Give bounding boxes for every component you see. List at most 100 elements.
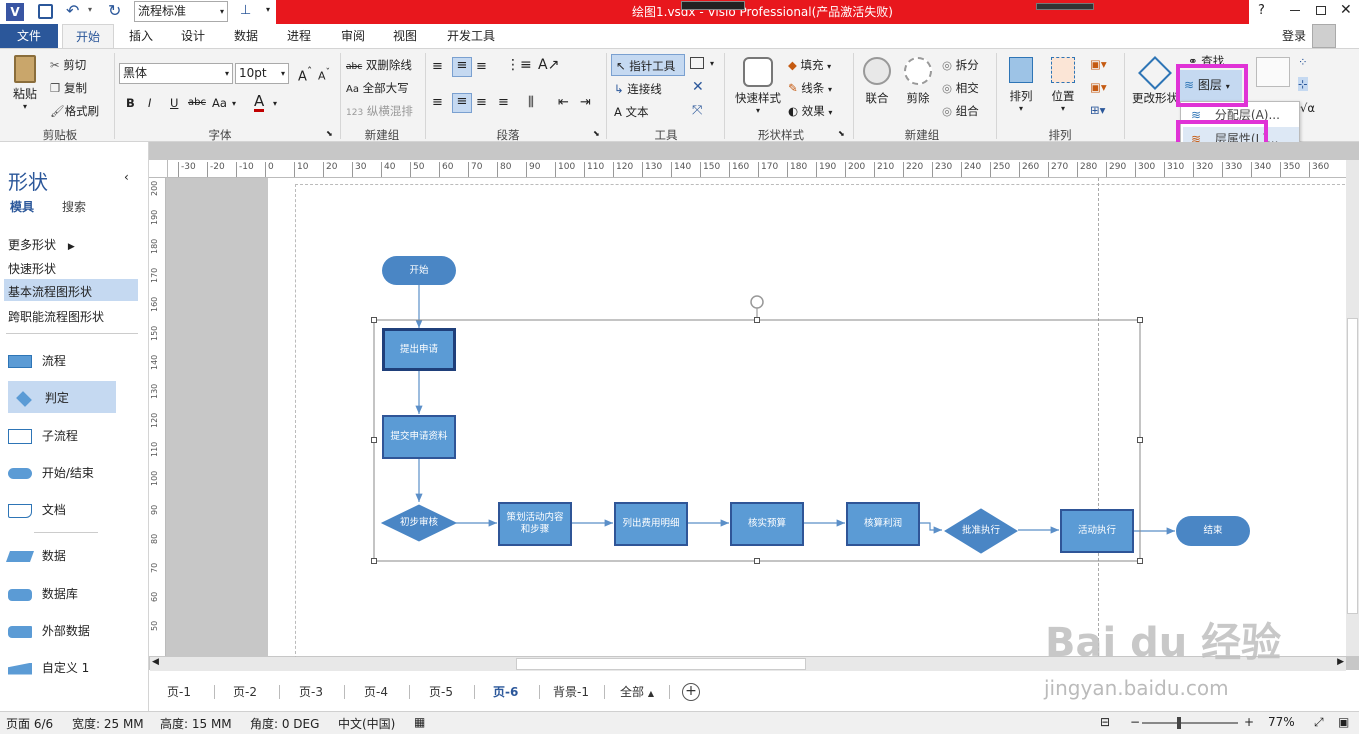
cut-button[interactable]: ✂ 剪切 (50, 57, 86, 73)
align-shapes-icon[interactable]: ▣▾ (1090, 57, 1107, 71)
fit-page-icon[interactable]: ⤢ (1314, 715, 1324, 730)
decrease-indent-button[interactable]: ⇤ (558, 95, 569, 110)
grow-font-icon[interactable]: Aˆ (298, 65, 312, 84)
undo-dropdown-icon[interactable]: ▾ (88, 5, 92, 14)
shape-data[interactable]: 数据 (5, 547, 66, 564)
split-button[interactable]: ◎ 拆分 (942, 57, 979, 73)
close-x-icon[interactable]: ✕ (692, 79, 704, 95)
paragraph-dialog-launcher-icon[interactable]: ⬊ (593, 129, 600, 138)
change-shape-button[interactable]: 更改形状 (1130, 56, 1180, 106)
help-icon[interactable]: ? (1258, 3, 1265, 18)
combine-button[interactable]: ◎ 组合 (942, 103, 979, 119)
change-case-dropdown-icon[interactable]: ▾ (232, 99, 236, 108)
vertical-scroll-thumb[interactable] (1347, 318, 1358, 614)
page-tab-1[interactable]: 页-1 (167, 680, 191, 704)
change-case-button[interactable]: Aa (212, 96, 227, 110)
font-color-button[interactable]: A (254, 93, 265, 112)
shape-document[interactable]: 文档 (8, 501, 66, 518)
shape-start-end[interactable]: 开始/结束 (8, 464, 94, 481)
all-caps-button[interactable]: Aa 全部大写 (346, 80, 409, 96)
quick-styles-button[interactable]: 快速样式 ▾ (732, 57, 784, 115)
search-tab[interactable]: 搜索 (62, 198, 86, 215)
selection-handle[interactable] (1137, 558, 1143, 564)
page-tab-6[interactable]: 页-6 (493, 680, 518, 704)
tab-data[interactable]: 数据 (223, 24, 269, 48)
align-right-button[interactable]: ≡ (476, 95, 487, 110)
flow-approve[interactable]: 批准执行 (945, 511, 1017, 551)
increase-indent-button[interactable]: ⇥ (580, 95, 591, 110)
shape-process[interactable]: 流程 (8, 352, 66, 369)
flow-verify-budget[interactable]: 核实预算 (730, 502, 804, 546)
visio-logo-icon[interactable]: V (6, 3, 24, 21)
zoom-slider[interactable] (1142, 717, 1238, 729)
flow-start[interactable]: 开始 (382, 256, 456, 285)
drawing-page[interactable]: 开始 提出申请 提交申请资料 初步审核 策划活动内容和步骤 列出费用明细 核实预… (268, 178, 1355, 664)
selection-handle[interactable] (1137, 317, 1143, 323)
vertical-scrollbar[interactable] (1346, 160, 1359, 656)
cross-functional-stencil[interactable]: 跨职能流程图形状 (8, 308, 104, 325)
align-middle-button[interactable]: ≡ (452, 57, 472, 77)
intersect-button[interactable]: ◎ 相交 (942, 80, 979, 96)
selection-handle[interactable] (754, 317, 760, 323)
effect-button[interactable]: ◐ 效果 ▾ (788, 103, 832, 119)
format-painter-button[interactable]: 🖌格式刷 (50, 103, 99, 119)
flow-submit-application[interactable]: 提出申请 (382, 328, 456, 371)
quick-shapes[interactable]: 快速形状 (8, 260, 56, 277)
italic-button[interactable]: I (148, 96, 151, 110)
arrange-button[interactable]: 排列 ▾ (1004, 57, 1038, 113)
rectangle-tool-icon[interactable] (690, 57, 704, 69)
shape-styles-dialog-launcher-icon[interactable]: ⬊ (838, 129, 845, 138)
connection-point-icon[interactable]: ⤧ (692, 103, 702, 118)
add-page-icon[interactable]: + (682, 683, 700, 701)
group-shapes-icon[interactable]: ▣▾ (1090, 80, 1107, 94)
bold-button[interactable]: B (126, 96, 135, 110)
status-language[interactable]: 中文(中国) (338, 715, 395, 732)
basic-flowchart-stencil[interactable]: 基本流程图形状 (4, 279, 138, 301)
zoom-level[interactable]: 77% (1268, 715, 1295, 729)
shape-decision[interactable]: 判定 (8, 381, 116, 413)
paste-button[interactable]: 粘贴 ▾ (8, 55, 42, 111)
macro-record-icon[interactable]: ▦ (414, 715, 425, 729)
presentation-icon[interactable]: ⊟ (1100, 715, 1110, 729)
flow-end[interactable]: 结束 (1176, 516, 1250, 546)
stencil-tab[interactable]: 模具 (10, 198, 34, 215)
selection-handle[interactable] (371, 317, 377, 323)
copy-button[interactable]: ❐ 复制 (50, 80, 87, 96)
tab-review[interactable]: 审阅 (330, 24, 376, 48)
selection-handle[interactable] (754, 558, 760, 564)
login-link[interactable]: 登录 (1278, 24, 1310, 48)
selection-handle[interactable] (1137, 437, 1143, 443)
shrink-font-icon[interactable]: Aˇ (318, 67, 330, 83)
font-color-dropdown-icon[interactable]: ▾ (273, 99, 277, 108)
tab-file[interactable]: 文件 (0, 24, 58, 48)
font-name-select[interactable]: 黑体 ▾ (119, 63, 233, 84)
scroll-right-icon[interactable]: ▶ (1337, 657, 1344, 667)
equation-icon[interactable]: √α (1300, 101, 1315, 115)
line-button[interactable]: ✎ 线条 ▾ (788, 80, 832, 96)
page-tab-4[interactable]: 页-4 (364, 680, 388, 704)
page-tab-5[interactable]: 页-5 (429, 680, 453, 704)
flow-calc-profit[interactable]: 核算利润 (846, 502, 920, 546)
tab-view[interactable]: 视图 (382, 24, 428, 48)
distribute-icon[interactable]: ⊞▾ (1090, 103, 1105, 117)
shape-subprocess[interactable]: 子流程 (8, 427, 78, 444)
flow-plan-activity[interactable]: 策划活动内容和步骤 (498, 502, 572, 546)
strikethrough-button[interactable]: abc (188, 97, 206, 108)
connect-points-icon[interactable]: ⁘ (1298, 55, 1308, 69)
zoom-in-icon[interactable]: + (1244, 715, 1254, 729)
font-size-select[interactable]: 10pt ▾ (235, 63, 289, 84)
align-center-button[interactable]: ≡ (452, 93, 472, 113)
scroll-left-icon[interactable]: ◀ (152, 657, 159, 667)
connector-tool-button[interactable]: ↳ 连接线 (614, 81, 662, 97)
flow-submit-materials[interactable]: 提交申请资料 (382, 415, 456, 459)
fill-button[interactable]: ◆ 填充 ▾ (788, 57, 831, 73)
flow-execute[interactable]: 活动执行 (1060, 509, 1134, 553)
minimize-icon[interactable] (1290, 10, 1300, 11)
qat-customize-icon[interactable]: ▾ (266, 5, 270, 14)
page-tab-background-1[interactable]: 背景-1 (553, 680, 589, 704)
vertical-mix-button[interactable]: 123 纵横混排 (346, 103, 413, 119)
all-pages-tab[interactable]: 全部 ▲ (620, 680, 654, 704)
undo-icon[interactable]: ↶ (66, 1, 79, 20)
font-dialog-launcher-icon[interactable]: ⬊ (326, 129, 333, 138)
flow-list-costs[interactable]: 列出费用明细 (614, 502, 688, 546)
